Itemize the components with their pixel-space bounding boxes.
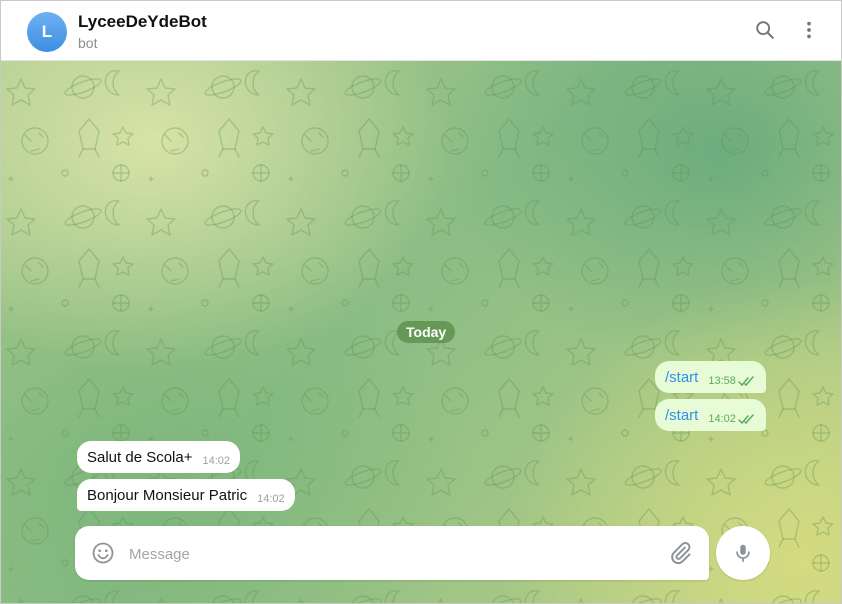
message-text: Salut de Scola+ bbox=[87, 448, 193, 466]
paperclip-icon bbox=[671, 542, 691, 565]
attach-button[interactable] bbox=[667, 540, 693, 566]
message-time: 14:02 bbox=[257, 493, 285, 505]
more-button[interactable] bbox=[794, 15, 824, 45]
message-composer bbox=[75, 526, 709, 580]
message-text: Bonjour Monsieur Patric bbox=[87, 486, 248, 504]
search-button[interactable] bbox=[750, 15, 780, 45]
message-text: /start bbox=[665, 406, 699, 424]
message-time: 14:02 bbox=[202, 455, 231, 467]
smile-icon bbox=[92, 542, 114, 564]
message-bubble-incoming[interactable]: Bonjour Monsieur Patric 14:02 bbox=[77, 479, 295, 511]
date-separator: Today bbox=[397, 321, 456, 343]
message-bubble-outgoing[interactable]: /start 14:02 bbox=[655, 399, 766, 431]
message-text: /start bbox=[665, 368, 699, 386]
double-check-icon bbox=[738, 375, 756, 387]
message-bubble-outgoing[interactable]: /start 13:58 bbox=[655, 361, 766, 393]
more-vertical-icon bbox=[807, 21, 811, 39]
chat-header: L LyceeDeYdeBot bot bbox=[1, 1, 841, 61]
voice-record-button[interactable] bbox=[716, 526, 770, 580]
avatar[interactable]: L bbox=[27, 12, 67, 52]
double-check-icon bbox=[738, 413, 756, 425]
chat-subtitle: bot bbox=[78, 35, 98, 51]
telegram-window: L LyceeDeYdeBot bot Today /start 13:58 /… bbox=[0, 0, 842, 604]
message-input[interactable] bbox=[127, 536, 651, 572]
emoji-button[interactable] bbox=[91, 541, 115, 565]
chat-title[interactable]: LyceeDeYdeBot bbox=[78, 12, 207, 32]
microphone-icon bbox=[736, 544, 750, 563]
search-icon bbox=[756, 21, 774, 39]
message-time: 14:02 bbox=[708, 413, 736, 425]
message-bubble-incoming[interactable]: Salut de Scola+ 14:02 bbox=[77, 441, 241, 473]
chat-area[interactable]: Today /start 13:58 /start 14:02 Salut de… bbox=[1, 61, 841, 603]
message-time: 13:58 bbox=[708, 375, 736, 387]
